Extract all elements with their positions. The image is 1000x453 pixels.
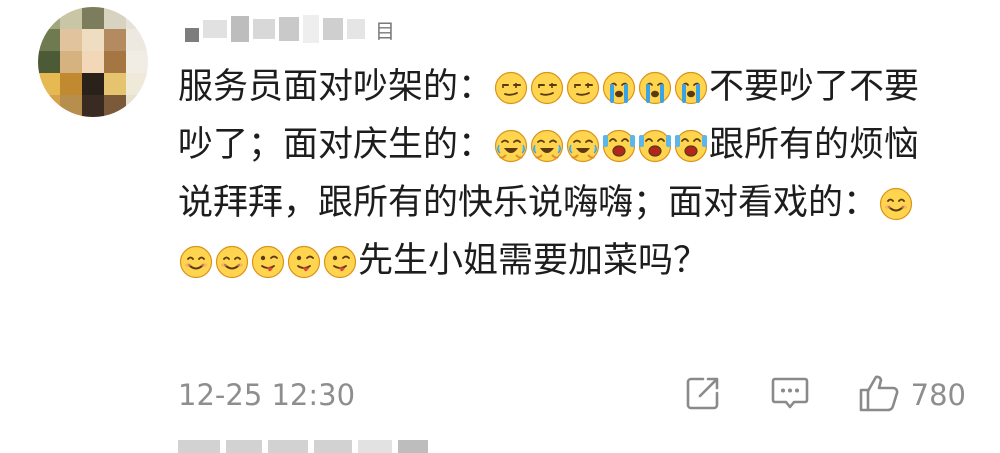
smile-emoji-icon (215, 239, 249, 279)
comment-text-segment: 服务员面对吵架的： (178, 67, 494, 107)
smirk-emoji-icon (494, 65, 528, 105)
username[interactable]: 目 (185, 12, 395, 46)
thumbs-up-icon[interactable] (857, 372, 901, 418)
yum-emoji-icon (287, 239, 321, 279)
cry-emoji-icon (674, 65, 708, 105)
scream-emoji-icon (602, 123, 636, 163)
smirk-emoji-icon (530, 65, 564, 105)
truncated-next-item (178, 440, 438, 453)
happytears-emoji-icon (494, 123, 528, 163)
smile-emoji-icon (879, 181, 913, 221)
happytears-emoji-icon (530, 123, 564, 163)
smile-emoji-icon (179, 239, 213, 279)
timestamp: 12-25 12:30 (178, 378, 356, 412)
comment-meta: 12-25 12:30 780 (178, 370, 978, 420)
comment-text-segment: 先生小姐需要加菜吗？ (358, 241, 709, 281)
comment-text: 服务员面对吵架的： 不要吵了不要吵了；面对庆生的： 跟所有的烦恼说拜拜，跟所有的快乐… (178, 58, 938, 290)
scream-emoji-icon (638, 123, 672, 163)
scream-emoji-icon (674, 123, 708, 163)
yum-emoji-icon (251, 239, 285, 279)
username-fragment: 目 (375, 18, 395, 43)
yum-emoji-icon (323, 239, 357, 279)
cry-emoji-icon (638, 65, 672, 105)
avatar[interactable] (38, 7, 148, 117)
happytears-emoji-icon (566, 123, 600, 163)
comment-actions: 780 (683, 370, 966, 420)
comment-icon[interactable] (769, 373, 811, 417)
share-icon[interactable] (683, 373, 723, 417)
cry-emoji-icon (602, 65, 636, 105)
smirk-emoji-icon (566, 65, 600, 105)
like-count: 780 (910, 378, 966, 412)
